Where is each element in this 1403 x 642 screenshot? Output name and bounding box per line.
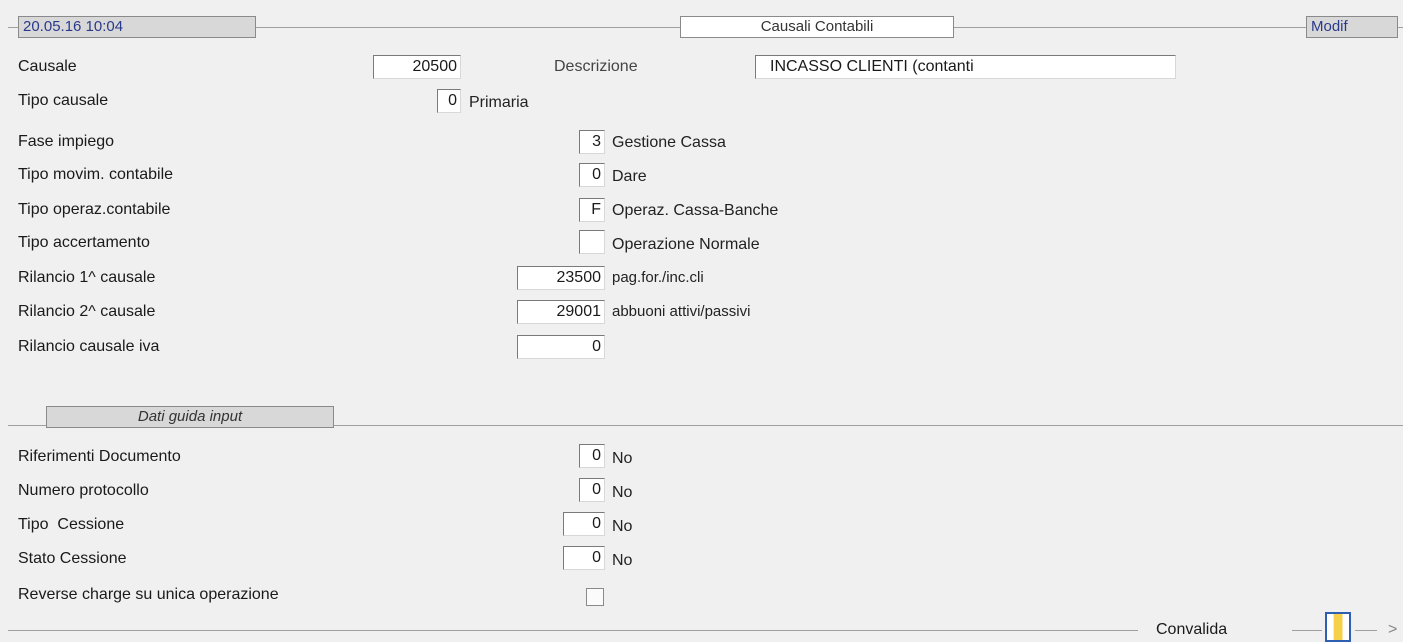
tipo-movim-field[interactable]: 0 — [579, 163, 605, 187]
reverse-charge-checkbox[interactable] — [586, 588, 604, 606]
rilancio2-label: Rilancio 2^ causale — [18, 303, 156, 320]
stato-cess-desc: No — [612, 552, 633, 569]
rilancio2-desc: abbuoni attivi/passivi — [612, 303, 751, 320]
tipo-accert-field[interactable] — [579, 230, 605, 254]
tipo-movim-label: Tipo movim. contabile — [18, 166, 174, 183]
tipo-cess-field[interactable]: 0 — [563, 512, 605, 536]
causale-label: Causale — [18, 58, 77, 75]
section-title-dati-guida: Dati guida input — [46, 406, 334, 428]
footer-rule — [8, 630, 1138, 631]
fase-impiego-field[interactable]: 3 — [579, 130, 605, 154]
mode-indicator: Modif — [1306, 16, 1398, 38]
stato-cess-label: Stato Cessione — [18, 550, 127, 567]
window-title: Causali Contabili — [680, 16, 954, 38]
tipo-causale-field[interactable]: 0 — [437, 89, 461, 113]
convalida-button[interactable] — [1325, 612, 1351, 642]
tipo-operaz-desc: Operaz. Cassa-Banche — [612, 202, 779, 219]
rilancio2-field[interactable]: 29001 — [517, 300, 605, 324]
tipo-causale-label: Tipo causale — [18, 92, 109, 109]
rilancio1-field[interactable]: 23500 — [517, 266, 605, 290]
rif-doc-field[interactable]: 0 — [579, 444, 605, 468]
tipo-cess-label: Tipo Cessione — [18, 516, 125, 533]
tipo-causale-desc: Primaria — [469, 94, 529, 111]
tipo-accert-desc: Operazione Normale — [612, 236, 760, 253]
next-chevron-icon[interactable]: > — [1388, 620, 1397, 640]
stato-cess-field[interactable]: 0 — [563, 546, 605, 570]
tipo-operaz-label: Tipo operaz.contabile — [18, 201, 171, 218]
datetime-box: 20.05.16 10:04 — [18, 16, 256, 38]
convalida-label: Convalida — [1156, 621, 1228, 638]
rif-doc-label: Riferimenti Documento — [18, 448, 181, 465]
rilancio-iva-field[interactable]: 0 — [517, 335, 605, 359]
convalida-rule-right — [1355, 630, 1377, 631]
num-prot-desc: No — [612, 484, 633, 501]
tipo-operaz-field[interactable]: F — [579, 198, 605, 222]
convalida-rule-left — [1292, 630, 1322, 631]
tipo-movim-desc: Dare — [612, 168, 647, 185]
rilancio-iva-label: Rilancio causale iva — [18, 338, 160, 355]
causale-field[interactable]: 20500 — [373, 55, 461, 79]
fase-impiego-label: Fase impiego — [18, 133, 115, 150]
descrizione-label: Descrizione — [554, 58, 638, 75]
rif-doc-desc: No — [612, 450, 633, 467]
num-prot-field[interactable]: 0 — [579, 478, 605, 502]
tipo-cess-desc: No — [612, 518, 633, 535]
num-prot-label: Numero protocollo — [18, 482, 149, 499]
reverse-charge-label: Reverse charge su unica operazione — [18, 586, 279, 603]
fase-impiego-desc: Gestione Cassa — [612, 134, 726, 151]
tipo-accert-label: Tipo accertamento — [18, 234, 150, 251]
rilancio1-label: Rilancio 1^ causale — [18, 269, 156, 286]
descrizione-field[interactable]: INCASSO CLIENTI (contanti — [755, 55, 1176, 79]
rilancio1-desc: pag.for./inc.cli — [612, 269, 704, 286]
